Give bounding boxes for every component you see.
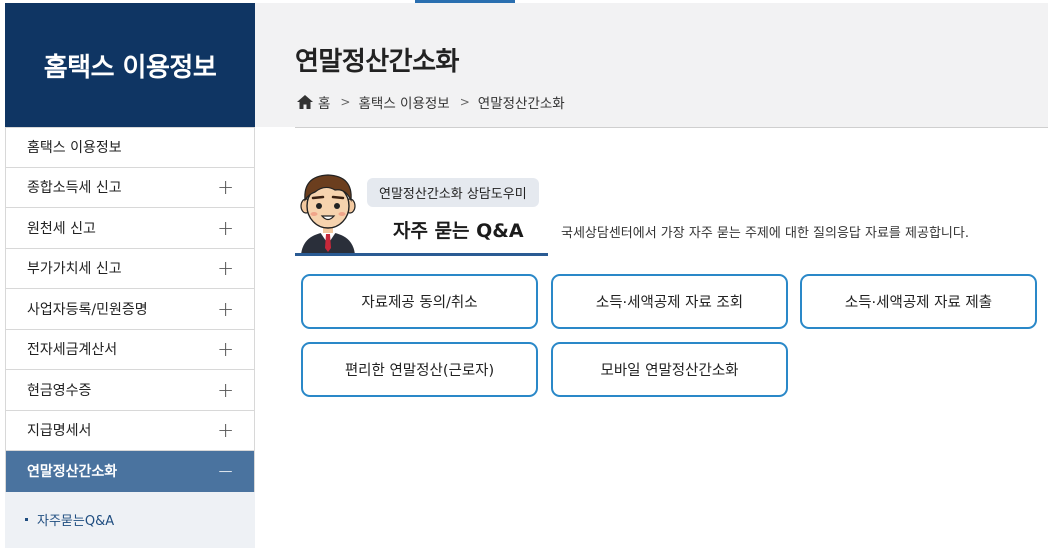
- breadcrumb-current[interactable]: 연말정산간소화: [478, 92, 565, 112]
- header-divider: [295, 127, 1048, 128]
- page-title: 연말정산간소화: [295, 47, 459, 77]
- sidebar-item-e-tax-invoice[interactable]: 전자세금계산서 +: [6, 329, 254, 370]
- breadcrumb: 홈 > 홈택스 이용정보 > 연말정산간소화: [297, 92, 565, 112]
- sidebar-item-withholding-tax[interactable]: 원천세 신고 +: [6, 208, 254, 249]
- home-icon[interactable]: [297, 95, 313, 109]
- assistant-badge: 연말정산간소화 상담도우미: [367, 178, 539, 207]
- plus-icon: +: [217, 337, 234, 362]
- plus-icon: +: [217, 215, 234, 240]
- sidebar-item-cash-receipt[interactable]: 현금영수증 +: [6, 370, 254, 411]
- breadcrumb-hometax-info[interactable]: 홈택스 이용정보: [358, 92, 449, 112]
- sidebar-item-payment-statement[interactable]: 지급명세서 +: [6, 410, 254, 451]
- sidebar-subitem-faq[interactable]: 자주묻는Q&A: [5, 491, 255, 548]
- easy-settlement-button[interactable]: 편리한 연말정산(근로자): [301, 342, 538, 397]
- sidebar-menu: 홈택스 이용정보 종합소득세 신고 + 원천세 신고 + 부가가치세 신고 + …: [5, 127, 255, 492]
- sidebar-item-label: 홈택스 이용정보: [27, 140, 122, 157]
- plus-icon: +: [217, 418, 234, 443]
- sidebar-item-label: 현금영수증: [27, 382, 92, 399]
- qna-banner: 연말정산간소화 상담도우미 자주 묻는 Q&A 국세상담센터에서 가장 자주 묻…: [295, 170, 1005, 260]
- sidebar-item-income-tax[interactable]: 종합소득세 신고 +: [6, 167, 254, 208]
- qna-title-underline: [295, 253, 548, 256]
- sidebar-title: 홈택스 이용정보: [5, 3, 255, 127]
- deduction-submit-button[interactable]: 소득·세액공제 자료 제출: [800, 274, 1037, 329]
- sidebar-item-hometax-info[interactable]: 홈택스 이용정보: [6, 127, 254, 168]
- sidebar-item-year-end-settlement[interactable]: 연말정산간소화 −: [6, 451, 254, 492]
- chevron-right-icon: >: [459, 95, 470, 109]
- sidebar-item-label: 연말정산간소화: [27, 463, 118, 480]
- sidebar-item-label: 사업자등록/민원증명: [27, 301, 148, 318]
- sidebar-item-label: 부가가치세 신고: [27, 261, 122, 278]
- sidebar-item-vat[interactable]: 부가가치세 신고 +: [6, 248, 254, 289]
- page-header: 연말정산간소화 홈 > 홈택스 이용정보 > 연말정산간소화: [255, 3, 1048, 127]
- plus-icon: +: [217, 175, 234, 200]
- mascot-icon: [300, 174, 356, 255]
- breadcrumb-home[interactable]: 홈: [318, 92, 330, 112]
- plus-icon: +: [217, 377, 234, 402]
- bullet-icon: [25, 518, 28, 521]
- deduction-inquiry-button[interactable]: 소득·세액공제 자료 조회: [551, 274, 788, 329]
- sidebar: 홈택스 이용정보 홈택스 이용정보 종합소득세 신고 + 원천세 신고 + 부가…: [5, 3, 255, 555]
- chevron-right-icon: >: [340, 95, 351, 109]
- sidebar-item-label: 종합소득세 신고: [27, 180, 122, 197]
- qna-description: 국세상담센터에서 가장 자주 묻는 주제에 대한 질의응답 자료를 제공합니다.: [561, 226, 969, 241]
- plus-icon: +: [217, 256, 234, 281]
- qna-title: 자주 묻는 Q&A: [393, 220, 524, 242]
- plus-icon: +: [217, 296, 234, 321]
- sidebar-item-label: 원천세 신고: [27, 220, 96, 237]
- mobile-settlement-button[interactable]: 모바일 연말정산간소화: [551, 342, 788, 397]
- sidebar-item-label: 지급명세서: [27, 423, 92, 440]
- sidebar-subitem-label: 자주묻는Q&A: [37, 514, 115, 529]
- sidebar-item-business-registration[interactable]: 사업자등록/민원증명 +: [6, 289, 254, 330]
- minus-icon: −: [217, 458, 234, 483]
- sidebar-item-label: 전자세금계산서: [27, 342, 118, 359]
- consent-cancel-button[interactable]: 자료제공 동의/취소: [301, 274, 538, 329]
